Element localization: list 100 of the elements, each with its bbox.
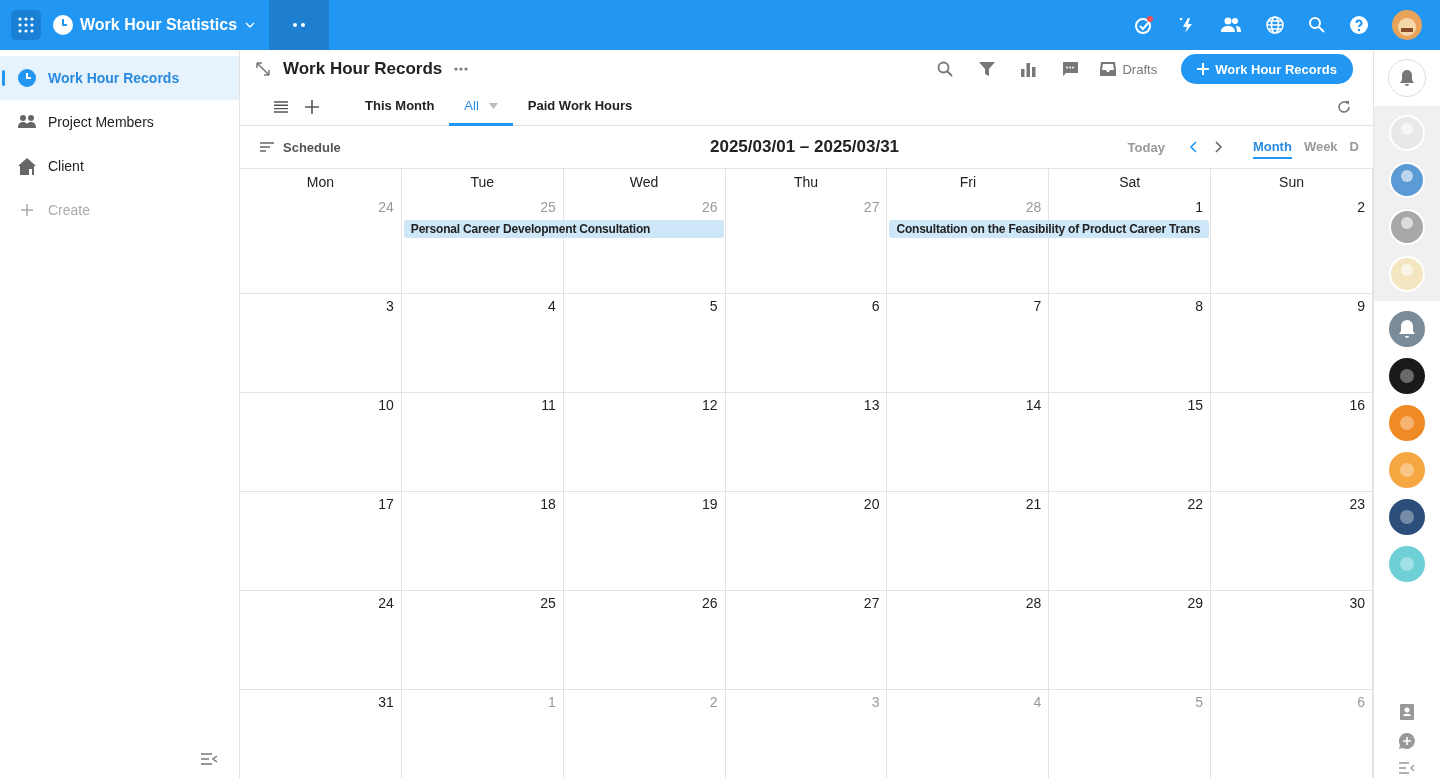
people-icon[interactable]: [1220, 17, 1242, 33]
sidebar-item[interactable]: Project Members: [0, 100, 239, 144]
inbox-icon: [1100, 62, 1117, 76]
date-number: 27: [863, 199, 880, 215]
bell-icon: [1399, 69, 1415, 87]
search-icon[interactable]: [1308, 16, 1326, 34]
view-tab[interactable]: This Month: [350, 88, 450, 126]
avatar-icon[interactable]: [1388, 357, 1426, 395]
date-number: 15: [1187, 397, 1204, 413]
expand-icon[interactable]: [255, 61, 271, 77]
weekday-header: Fri: [887, 169, 1050, 195]
page-title: Work Hour Records: [283, 59, 443, 79]
date-number: 1: [1195, 199, 1204, 215]
date-number: 12: [702, 397, 718, 413]
weekday-header: Mon: [240, 169, 402, 195]
date-number: 4: [1033, 694, 1042, 710]
date-number: 27: [863, 595, 880, 611]
sort-icon: [260, 142, 274, 152]
drafts-button[interactable]: Drafts: [1100, 61, 1158, 77]
bell-icon[interactable]: [1388, 310, 1426, 348]
date-number: 24: [378, 199, 394, 215]
more-icon[interactable]: [454, 67, 469, 71]
date-number: 29: [1187, 595, 1204, 611]
bar-chart-icon[interactable]: [1021, 61, 1037, 77]
date-number: 10: [378, 397, 394, 413]
house-icon: [18, 157, 36, 175]
view-tab[interactable]: All: [449, 88, 513, 126]
date-number: 17: [378, 496, 394, 512]
add-icon[interactable]: [305, 99, 319, 114]
previous-icon[interactable]: [1188, 141, 1197, 153]
weekday-header: Thu: [725, 169, 888, 195]
date-number: 2: [709, 694, 718, 710]
add-record-button[interactable]: Work Hour Records: [1181, 54, 1353, 84]
list-icon[interactable]: [274, 100, 288, 113]
plus-icon: [20, 203, 34, 217]
clock-icon: [53, 15, 73, 35]
date-number: 8: [1195, 298, 1204, 314]
more-icon: [292, 23, 307, 27]
weekday-header: Sat: [1049, 169, 1212, 195]
refresh-icon[interactable]: [1337, 99, 1351, 114]
sidebar-item[interactable]: Work Hour Records: [0, 56, 239, 100]
chevron-down-icon[interactable]: [245, 22, 256, 28]
date-number: 5: [709, 298, 718, 314]
date-number: 6: [1357, 694, 1365, 710]
view-mode-tab[interactable]: Month: [1252, 135, 1292, 159]
date-number: 28: [1025, 595, 1042, 611]
date-number: 14: [1025, 397, 1042, 413]
date-number: 26: [702, 199, 718, 215]
date-number: 30: [1349, 595, 1365, 611]
date-number: 21: [1025, 496, 1042, 512]
date-number: 3: [386, 298, 394, 314]
view-mode-tab[interactable]: D: [1349, 135, 1359, 159]
create-button[interactable]: Create: [0, 188, 239, 232]
view-mode-tab[interactable]: Week: [1303, 135, 1338, 159]
contacts-icon[interactable]: [1400, 704, 1414, 720]
date-number: 28: [1025, 199, 1042, 215]
date-number: 26: [702, 595, 718, 611]
grid-icon: [17, 16, 35, 34]
date-number: 6: [871, 298, 880, 314]
date-number: 7: [1033, 298, 1042, 314]
sidebar-item[interactable]: Client: [0, 144, 239, 188]
date-number: 5: [1195, 694, 1204, 710]
next-icon[interactable]: [1214, 141, 1223, 153]
globe-icon[interactable]: [1265, 15, 1285, 35]
weekday-header: Tue: [401, 169, 564, 195]
date-number: 31: [378, 694, 394, 710]
date-number: 9: [1357, 298, 1365, 314]
date-number: 4: [547, 298, 556, 314]
view-tab[interactable]: Paid Work Hours: [512, 88, 648, 126]
clock-icon: [18, 69, 36, 87]
today-button[interactable]: Today: [1127, 139, 1165, 155]
date-number: 22: [1187, 496, 1204, 512]
date-range: 2025/03/01 – 2025/03/31: [710, 137, 900, 157]
date-number: 11: [541, 397, 556, 413]
calendar-event[interactable]: Personal Career Development Consultation: [403, 220, 724, 238]
date-number: 2: [1357, 199, 1365, 215]
date-number: 3: [871, 694, 880, 710]
date-number: 18: [540, 496, 556, 512]
collapse-icon[interactable]: [200, 752, 218, 766]
filter-icon[interactable]: [979, 61, 996, 77]
date-number: 1: [547, 694, 556, 710]
schedule-button[interactable]: Schedule: [260, 139, 341, 155]
date-number: 25: [540, 595, 556, 611]
date-number: 13: [863, 397, 880, 413]
date-number: 23: [1349, 496, 1365, 512]
comment-icon[interactable]: [1062, 61, 1079, 77]
date-number: 24: [378, 595, 394, 611]
date-number: 20: [863, 496, 880, 512]
search-icon[interactable]: [937, 61, 954, 77]
check-circle-icon[interactable]: [1134, 15, 1154, 35]
collapse-icon[interactable]: [1399, 762, 1415, 774]
calendar-event[interactable]: Consultation on the Feasibility of Product Career Trans: [889, 220, 1210, 238]
avatar-icon[interactable]: [1388, 498, 1426, 536]
apps-button[interactable]: [11, 10, 41, 40]
app-title[interactable]: Work Hour Statistics: [80, 16, 238, 34]
plus-icon: [1197, 63, 1210, 75]
date-number: 25: [540, 199, 556, 215]
help-icon[interactable]: [1349, 15, 1369, 35]
add-comment-icon[interactable]: [1399, 733, 1415, 749]
weekday-header: Wed: [563, 169, 726, 195]
